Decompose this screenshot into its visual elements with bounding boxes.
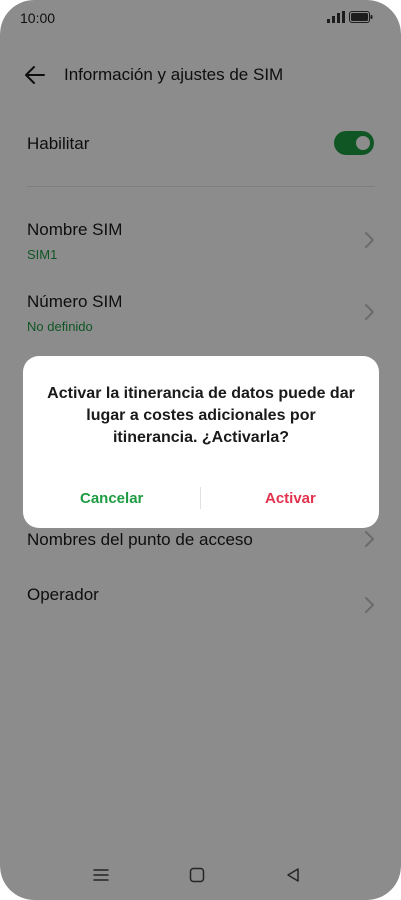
chevron-right-icon <box>365 304 374 320</box>
chevron-right-icon <box>365 597 374 613</box>
roaming-dialog: Activar la itinerancia de datos puede da… <box>23 356 379 528</box>
operator-label: Operador <box>27 585 99 604</box>
app-bar: Información y ajustes de SIM <box>0 54 401 96</box>
chevron-right-icon <box>365 232 374 248</box>
camera-notch <box>170 0 232 24</box>
cancel-button[interactable]: Cancelar <box>80 490 143 507</box>
status-time: 10:00 <box>20 10 56 26</box>
menu-icon[interactable] <box>92 866 110 884</box>
status-bar: 10:00 <box>0 0 401 40</box>
signal-icon <box>327 11 345 23</box>
phone-screen: 10:00 Información y ajustes de SIM Habil… <box>0 0 401 900</box>
sim-number-row[interactable]: Número SIM No definido <box>0 272 401 344</box>
dialog-message: Activar la itinerancia de datos puede da… <box>47 385 355 446</box>
sim-name-row[interactable]: Nombre SIM SIM1 <box>0 200 401 272</box>
back-icon[interactable] <box>284 866 302 884</box>
divider <box>27 186 375 187</box>
sim-number-value: No definido <box>27 319 93 334</box>
navigation-bar <box>0 860 401 890</box>
operator-row[interactable]: Operador <box>0 570 401 640</box>
enable-label: Habilitar <box>27 134 90 153</box>
chevron-right-icon <box>365 531 374 547</box>
sim-number-label: Número SIM <box>27 292 123 311</box>
toggle-knob <box>356 136 370 150</box>
enable-toggle[interactable] <box>334 131 374 155</box>
home-icon[interactable] <box>188 866 206 884</box>
sim-name-label: Nombre SIM <box>27 220 123 239</box>
page-title: Información y ajustes de SIM <box>64 65 284 84</box>
back-arrow-icon[interactable] <box>22 62 48 88</box>
sim-name-value: SIM1 <box>27 247 58 262</box>
battery-icon <box>349 11 373 23</box>
activate-button[interactable]: Activar <box>265 490 316 507</box>
dialog-separator <box>200 487 201 509</box>
apn-label: Nombres del punto de acceso <box>27 530 253 549</box>
